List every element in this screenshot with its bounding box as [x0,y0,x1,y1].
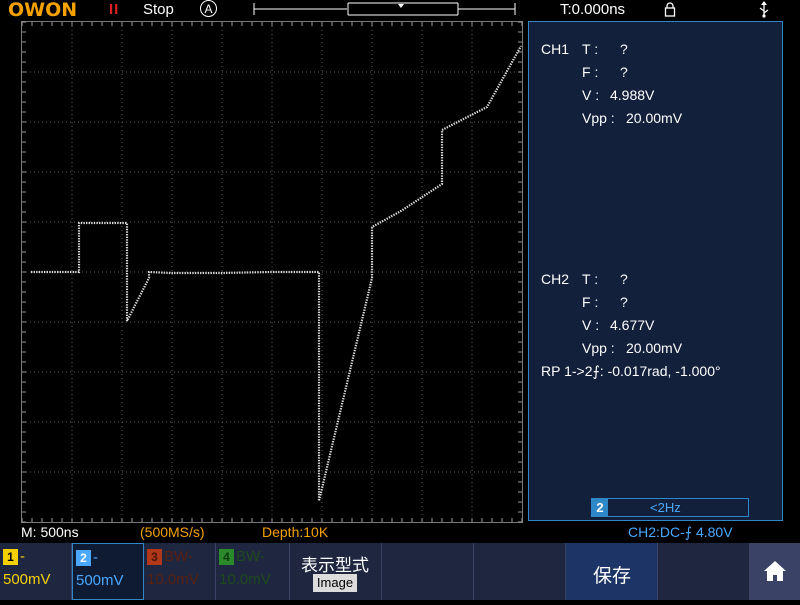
ch3-scale: 10.0mV [147,571,199,588]
ch2-period-value: ? [620,271,628,287]
save-button[interactable]: 保存 [566,543,658,600]
trigger-position-marker [398,4,404,8]
ch2-period-label: T : [582,271,599,287]
top-status-bar: OWON II Stop A T:0.000ns [0,0,800,21]
ch1-badge: 1 [3,549,18,565]
ch1-button[interactable]: 1 - 500mV [0,543,72,600]
ch3-badge: 3 [147,549,162,565]
empty-softkey-1[interactable] [382,543,474,600]
trigger-info-label: CH2:DC-⨍ 4.80V [628,524,733,540]
ch4-button[interactable]: 4 BW- 10.0mV [216,543,290,600]
ch1-frequency-label: F : [582,64,599,80]
phase-measurement: RP 1->2⨍: -0.017rad, -1.000° [541,363,721,379]
run-status: Stop [143,1,174,18]
lock-icon [664,2,676,17]
ch2-badge: 2 [76,550,91,566]
sample-rate-label: (500MS/s) [140,524,205,540]
ch1-period-label: T : [582,41,599,57]
ch1-voltage-label: V : [582,87,600,103]
ch2-frequency-value: ? [620,294,628,310]
ch1-voltage-value: 4.988V [610,87,655,103]
ch2-badge: 2 [592,499,608,516]
ch2-vpp-label: Vpp : [582,340,615,356]
measurement-panel: CH1 T : ? F : ? V : 4.988V Vpp : 20.00mV… [528,21,783,521]
ch1-vpp-label: Vpp : [582,110,615,126]
ch2-frequency-label: F : [582,294,599,310]
owon-logo: OWON [8,0,78,21]
pause-icon[interactable]: II [109,1,119,18]
usb-icon [759,1,769,18]
bottom-menu-bar: 1 - 500mV 2 - 500mV 3 BW- 10.0mV 4 BW- 1… [0,543,800,600]
display-type-button[interactable]: 表示型式 Image [290,543,382,600]
ch4-badge: 4 [219,549,234,565]
graticule [22,22,522,522]
ch3-coupling: BW- [164,548,193,565]
auto-trigger-icon: A [200,0,217,17]
trigger-time: T:0.000ns [560,1,626,18]
ch1-scale: 500mV [3,571,51,588]
home-icon [764,561,786,581]
timebase-label: M: 500ns [21,524,79,540]
ch2-voltage-label: V : [582,317,600,333]
ch1-coupling: - [20,548,25,565]
display-type-value: Image [313,574,357,592]
ch1-label: CH1 [541,41,570,57]
ch2-frequency-counter-value: <2Hz [650,500,681,515]
ch2-frequency-counter: 2 <2Hz [591,498,749,517]
display-type-title: 表示型式 [301,556,369,575]
ch3-button[interactable]: 3 BW- 10.0mV [144,543,216,600]
waveform-display[interactable] [21,21,523,523]
ch2-scale: 500mV [76,572,124,589]
ch1-frequency-value: ? [620,64,628,80]
ch2-voltage-value: 4.677V [610,317,655,333]
ch2-label: CH2 [541,271,570,287]
ch2-vpp-value: 20.00mV [626,340,683,356]
ch4-scale: 10.0mV [219,571,271,588]
home-button[interactable] [750,543,800,600]
ch2-waveform-trace [31,45,522,502]
memory-depth-label: Depth:10K [262,524,329,540]
memory-position-bar [253,2,516,16]
ch2-coupling: - [93,549,98,566]
graticule-border [21,21,523,523]
empty-softkey-3[interactable] [658,543,750,600]
ch2-button[interactable]: 2 - 500mV [72,543,144,600]
ch1-period-value: ? [620,41,628,57]
save-button-label: 保存 [592,566,631,587]
ch1-vpp-value: 20.00mV [626,110,683,126]
ch4-coupling: BW- [236,548,265,565]
empty-softkey-2[interactable] [474,543,566,600]
